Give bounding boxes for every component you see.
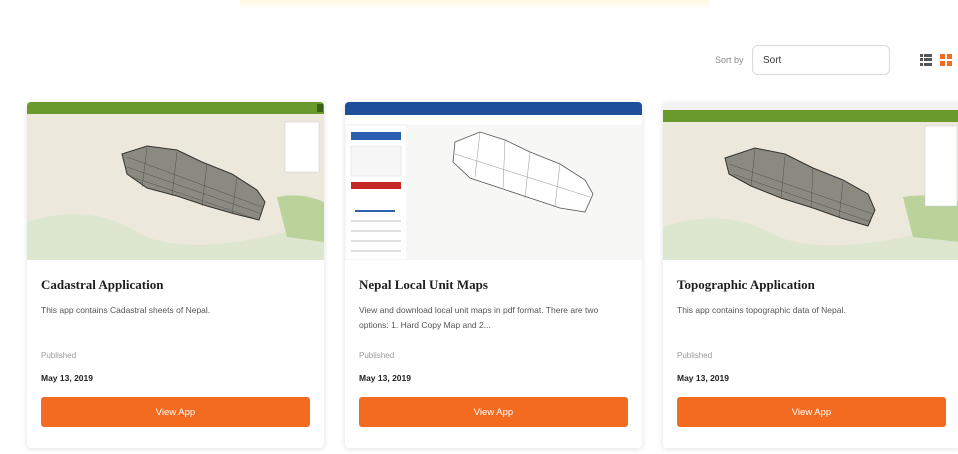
app-thumbnail[interactable] bbox=[27, 102, 324, 260]
card-title: Cadastral Application bbox=[41, 277, 164, 292]
app-card-cadastral: Cadastral Application This app contains … bbox=[27, 102, 324, 448]
sort-select[interactable]: Sort bbox=[752, 45, 890, 75]
published-date: May 13, 2019 bbox=[41, 373, 93, 383]
card-description: View and download local unit maps in pdf… bbox=[359, 305, 599, 330]
card-title: Nepal Local Unit Maps bbox=[359, 277, 488, 292]
header-fade bbox=[240, 0, 710, 10]
view-app-button[interactable]: View App bbox=[41, 397, 310, 427]
app-gallery-page: Sort by Sort Cadastral Application This … bbox=[0, 0, 958, 454]
app-thumbnail[interactable] bbox=[663, 102, 958, 260]
published-date: May 13, 2019 bbox=[677, 373, 729, 383]
list-view-icon[interactable] bbox=[920, 54, 932, 66]
card-description: This app contains Cadastral sheets of Ne… bbox=[41, 305, 211, 315]
grid-view-icon[interactable] bbox=[940, 54, 952, 66]
sort-bar: Sort by Sort bbox=[0, 45, 958, 77]
app-card-local-unit-maps: Nepal Local Unit Maps View and download … bbox=[345, 102, 642, 448]
published-label: Published bbox=[359, 351, 395, 360]
sort-label: Sort by bbox=[715, 55, 744, 65]
published-date: May 13, 2019 bbox=[359, 373, 411, 383]
app-card-topographic: Topographic Application This app contain… bbox=[663, 102, 958, 448]
card-title: Topographic Application bbox=[677, 277, 815, 292]
published-label: Published bbox=[677, 351, 713, 360]
view-app-button[interactable]: View App bbox=[677, 397, 946, 427]
view-app-button[interactable]: View App bbox=[359, 397, 628, 427]
card-description: This app contains topographic data of Ne… bbox=[677, 305, 846, 315]
published-label: Published bbox=[41, 351, 77, 360]
app-thumbnail[interactable] bbox=[345, 102, 642, 260]
